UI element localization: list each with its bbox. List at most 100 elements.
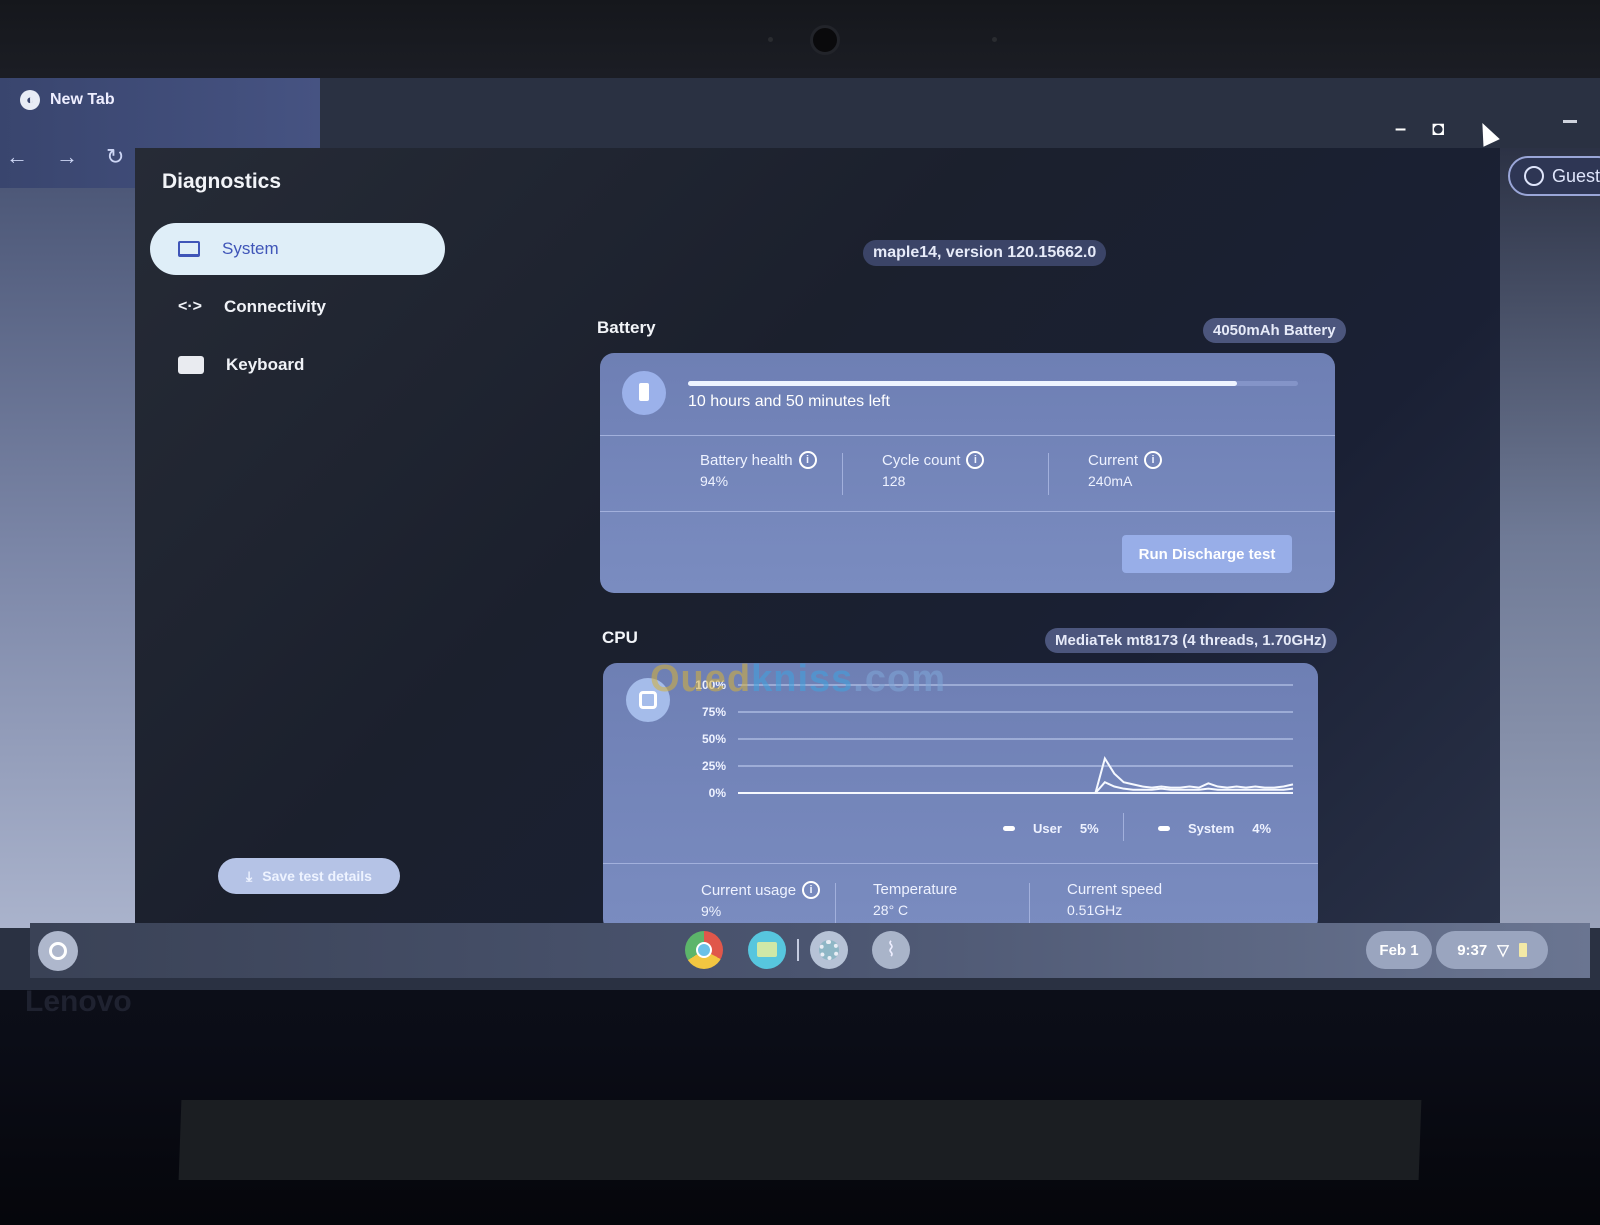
laptop-hinge <box>178 1100 1422 1180</box>
battery-icon <box>639 383 649 401</box>
minimize-button[interactable]: – <box>1395 118 1406 141</box>
current-speed-stat: Current speed 0.51GHz <box>1067 881 1162 918</box>
status-tray[interactable]: 9:37 ▽ <box>1436 931 1548 969</box>
divider <box>1048 453 1049 495</box>
y-tick-label: 50% <box>702 732 726 746</box>
back-button[interactable]: ← <box>6 144 28 170</box>
browser-nav: ← → ↻ <box>0 144 124 170</box>
current-stat: Current i 240mA <box>1088 451 1163 489</box>
settings-icon[interactable] <box>810 931 848 969</box>
sensor-dot <box>768 37 773 42</box>
battery-section-title: Battery <box>597 318 656 337</box>
download-icon: ⤓ <box>246 867 253 884</box>
wifi-icon: ▽ <box>1497 942 1509 959</box>
laptop-bezel: ◐ New Tab ← → ↻ Guest – ◘ Diagnostics Sy <box>0 0 1600 1225</box>
stat-value: 0.51GHz <box>1067 902 1123 918</box>
legend-label: System <box>1188 821 1235 836</box>
current-usage-stat: Current usage i 9% <box>701 881 821 919</box>
forward-button[interactable]: → <box>56 144 78 170</box>
legend-value: 4% <box>1252 821 1272 836</box>
battery-capacity-chip: 4050mAh Battery <box>1203 318 1346 343</box>
reload-button[interactable]: ↻ <box>106 144 124 170</box>
sidebar-item-label: System <box>222 239 279 258</box>
guest-label: Guest <box>1552 165 1600 186</box>
stat-value: 9% <box>701 903 722 919</box>
app-title: Diagnostics <box>162 170 282 193</box>
webcam <box>810 25 840 55</box>
browser-tab[interactable]: ◐ New Tab <box>20 90 115 110</box>
stat-value: 28° C <box>873 902 909 918</box>
chrome-center <box>696 942 712 958</box>
version-chip: maple14, version 120.15662.0 <box>863 240 1107 266</box>
y-tick-label: 25% <box>702 759 726 773</box>
cycle-count-stat: Cycle count i 128 <box>882 451 985 489</box>
laptop-icon <box>178 241 200 257</box>
stat-value: 128 <box>882 473 906 489</box>
watermark-part: .com <box>853 658 946 700</box>
battery-progress-bar <box>688 381 1298 386</box>
temperature-stat: Temperature 28° C <box>873 881 957 918</box>
sidebar-item-label: Keyboard <box>226 355 305 374</box>
divider <box>600 435 1335 436</box>
shelf: ⌇ Feb 1 9:37 ▽ <box>30 923 1590 978</box>
watermark: Ouedkniss.com <box>650 658 946 701</box>
save-test-details-button[interactable]: ⤓ Save test details <box>218 858 400 894</box>
diagnostics-window: Diagnostics System <·> Connectivity Keyb… <box>135 148 1500 933</box>
gear-glyph <box>819 940 839 960</box>
launcher-button[interactable] <box>38 931 78 971</box>
chrome-icon[interactable] <box>685 931 723 969</box>
divider <box>835 883 836 925</box>
files-icon[interactable] <box>748 931 786 969</box>
stat-label: Current <box>1088 451 1139 469</box>
shelf-divider <box>797 939 799 961</box>
battery-progress-fill <box>688 381 1237 386</box>
maximize-button[interactable]: ◘ <box>1432 118 1444 141</box>
stat-label: Temperature <box>873 881 958 898</box>
sidebar-item-connectivity[interactable]: <·> Connectivity <box>150 281 445 333</box>
date-pill[interactable]: Feb 1 <box>1366 931 1432 969</box>
clock: 9:37 <box>1457 941 1488 959</box>
stat-label: Current speed <box>1067 881 1163 898</box>
sidebar-item-label: Connectivity <box>224 297 327 316</box>
info-icon[interactable]: i <box>802 881 821 899</box>
legend-system: System 4% <box>1158 821 1271 836</box>
watermark-part: kniss <box>751 658 854 700</box>
legend-swatch <box>1158 826 1170 831</box>
stat-label: Battery health <box>700 451 793 469</box>
window-controls: – ◘ <box>1395 118 1444 141</box>
divider <box>600 511 1335 512</box>
brand-logo: Lenovo <box>25 985 132 1018</box>
stat-value: 94% <box>700 473 729 489</box>
watermark-part: Oued <box>650 658 752 700</box>
y-tick-label: 0% <box>709 786 727 800</box>
stat-value: 240mA <box>1088 473 1133 489</box>
browser-minimize-icon[interactable] <box>1563 120 1577 123</box>
legend-label: User <box>1033 821 1062 836</box>
guest-profile-button[interactable]: Guest <box>1508 156 1600 196</box>
folder-glyph <box>757 942 777 957</box>
divider <box>842 453 843 495</box>
info-icon[interactable]: i <box>1144 451 1163 469</box>
legend-user: User 5% <box>1003 821 1099 836</box>
run-discharge-test-button[interactable]: Run Discharge test <box>1122 535 1292 573</box>
sidebar-item-keyboard[interactable]: Keyboard <box>150 339 445 391</box>
battery-time-left: 10 hours and 50 minutes left <box>688 393 890 410</box>
globe-icon: ◐ <box>20 90 40 110</box>
stat-label: Current usage <box>701 881 797 899</box>
stat-label: Cycle count <box>882 451 961 469</box>
series-line-user <box>738 755 1294 794</box>
sidebar-item-system[interactable]: System <box>150 223 445 275</box>
divider <box>1123 813 1124 841</box>
mouse-cursor-icon <box>1474 119 1500 147</box>
legend-value: 5% <box>1079 821 1099 836</box>
battery-card: 10 hours and 50 minutes left Battery hea… <box>600 353 1335 593</box>
cpu-model-chip: MediaTek mt8173 (4 threads, 1.70GHz) <box>1045 628 1337 653</box>
diagnostics-icon[interactable]: ⌇ <box>872 931 910 969</box>
keyboard-icon <box>178 356 204 374</box>
profile-icon <box>1524 166 1544 186</box>
info-icon[interactable]: i <box>798 451 817 469</box>
info-icon[interactable]: i <box>966 451 985 469</box>
tab-title: New Tab <box>50 91 115 108</box>
cpu-card: 100% 75% 50% 25% 0% User 5% System 4% Curren… <box>603 663 1318 933</box>
connectivity-arrows-icon: <·> <box>178 298 203 315</box>
